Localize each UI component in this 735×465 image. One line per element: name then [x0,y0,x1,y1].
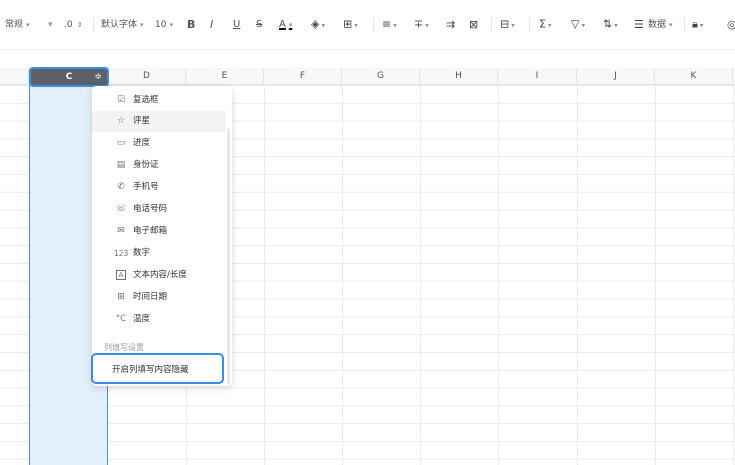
column-header-f[interactable]: F [264,68,342,85]
menu-item-label: 复选框 [133,95,159,105]
grid-column-line [577,85,578,465]
column-header-d[interactable]: D [108,68,186,85]
grid-column-line [655,85,656,465]
telephone-icon: ☏ [115,204,127,214]
menu-item-label: 文本内容/长度 [133,270,187,280]
column-header-h[interactable]: H [420,68,498,85]
italic-button[interactable]: I [210,19,213,31]
column-header-k[interactable]: K [655,68,733,85]
menu-item-email[interactable]: ✉ 电子邮箱 [92,221,226,242]
align-icon[interactable]: ≡ [382,18,397,32]
menu-item-label: 温度 [133,314,151,324]
column-header-e[interactable]: E [186,68,264,85]
filter-icon[interactable]: ▽ [571,18,585,32]
column-header-row: D E F G H I J K [0,68,735,85]
data-dropdown[interactable]: 数据 [648,19,673,31]
checkbox-icon: ☑ [116,95,126,105]
toolbar-divider [491,18,492,32]
menu-item-star-rating[interactable]: ☆ 评星 [92,111,226,132]
strikethrough-button[interactable]: S [256,19,262,31]
menu-scrollbar[interactable] [227,128,230,384]
menu-item-checkbox[interactable]: ☑ 复选框 [92,90,226,111]
font-family-dropdown[interactable]: 默认字体 [101,19,144,31]
grid-column-line [420,85,421,465]
toolbar-divider [684,18,685,32]
column-type-menu: ☑ 复选框 ☆ 评星 ▭ 进度 ▤ 身份证 ✆ 手机号 ☏ 电话号码 ✉ 电子邮… [92,86,232,386]
menu-item-label: 数字 [133,248,151,258]
menu-item-number[interactable]: 123 数字 [92,243,226,264]
menu-item-telephone[interactable]: ☏ 电话号码 [92,199,226,220]
menu-item-mobile[interactable]: ✆ 手机号 [92,177,226,198]
data-icon[interactable]: ☰ [634,19,644,31]
star-icon: ☆ [116,116,126,126]
temperature-icon: °C [115,314,127,324]
id-card-icon: ▤ [116,160,126,170]
menu-section-title: 列填写设置 [104,343,144,352]
bold-button[interactable]: B [187,19,195,31]
more-icon[interactable]: ◎ [727,19,735,31]
vertical-align-icon[interactable]: ∓ [414,18,429,32]
wrap-text-icon[interactable]: ⇉ [446,19,455,31]
menu-item-label: 进度 [133,138,151,148]
font-size-dropdown[interactable]: 10 [155,19,173,31]
menu-item-label: 评星 [133,116,151,126]
font-color-button[interactable]: A [279,19,292,31]
sort-icon[interactable]: ⇅ [603,18,618,32]
mail-icon: ✉ [117,226,125,236]
merge-cells-icon[interactable]: ⊠ [469,19,478,31]
number-icon: 123 [114,249,129,258]
grid-column-line [733,85,734,465]
menu-item-id-card[interactable]: ▤ 身份证 [92,155,226,176]
menu-item-datetime[interactable]: ⊞ 时间日期 [92,287,226,308]
progress-icon: ▭ [116,138,126,148]
grid-column-line [498,85,499,465]
decimal-stepper[interactable]: .0 [64,19,73,31]
sum-icon[interactable]: Σ [539,18,551,32]
decimal-spin-icon[interactable]: ⇕ [77,19,83,31]
menu-item-label: 手机号 [133,182,159,192]
menu-item-progress[interactable]: ▭ 进度 [92,133,226,154]
grid-column-line [264,85,265,465]
menu-item-label: 电话号码 [133,204,168,214]
fill-color-icon[interactable]: ◈ [311,18,325,32]
corner-cell[interactable] [0,68,29,85]
underline-button[interactable]: U [233,19,240,31]
number-format-dropdown[interactable]: 常规 [5,19,30,31]
lock-icon[interactable]: 🔒︎ [692,18,703,32]
toolbar-divider [93,18,94,32]
column-header-highlight [29,67,109,87]
menu-item-label: 电子邮箱 [133,226,168,236]
phone-icon: ✆ [117,182,125,192]
menu-item-label: 时间日期 [133,292,168,302]
grid-column-line [342,85,343,465]
column-header-i[interactable]: I [498,68,577,85]
text-icon: A [116,270,126,280]
option-highlight [91,353,224,384]
format-dropdown-caret[interactable]: ▾ [48,19,53,31]
column-header-g[interactable]: G [342,68,420,85]
border-icon[interactable]: ⊞ [343,18,358,32]
table-icon[interactable]: ⊟ [500,18,515,32]
menu-item-label: 身份证 [133,160,159,170]
toolbar-divider [373,18,374,32]
toolbar: 常规 ▾ .0 ⇕ 默认字体 10 B I U S A ◈ ⊞ ≡ ∓ ⇉ ⊠ … [0,0,735,50]
datetime-icon: ⊞ [117,292,125,302]
toolbar-divider [529,18,530,32]
column-header-j[interactable]: J [577,68,655,85]
menu-item-temperature[interactable]: °C 温度 [92,309,226,330]
menu-item-text-length[interactable]: A 文本内容/长度 [92,265,226,286]
